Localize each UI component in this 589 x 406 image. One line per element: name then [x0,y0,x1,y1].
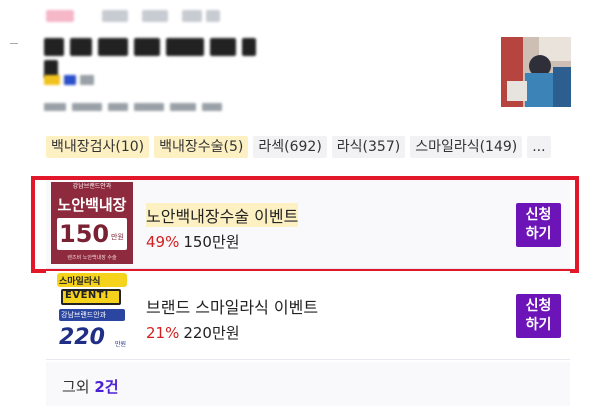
blurred-rating [44,70,98,89]
event-item-smile-lasik[interactable]: 스마일라식 EVENT! 강남브랜드안과 220 만원 브랜드 스마일라식 이벤… [46,271,570,360]
divider [10,43,18,44]
banner-footer: 렌즈비 노안백내장 수술 [67,255,117,261]
apply-label: 신청 하기 [525,298,552,333]
event-price: 21% 220만원 [146,322,240,343]
banner-unit: 만원 [111,233,124,241]
price-value: 150만원 [183,233,240,251]
apply-button[interactable]: 신청 하기 [516,203,561,247]
event-price: 49% 150만원 [146,231,240,252]
more-events-text: 그외 2건 [62,376,119,397]
tag-smile-lasik[interactable]: 스마일라식(149) [410,136,523,158]
tag-lasik[interactable]: 라식(357) [331,136,406,158]
banner-amount: 220 [59,325,105,350]
blurred-header-text [182,10,202,22]
tag-lasek[interactable]: 라섹(692) [253,136,327,158]
event-title[interactable]: 브랜드 스마일라식 이벤트 [146,294,318,318]
banner-line1: 스마일라식 [59,277,101,287]
event-banner-image[interactable]: 강남브랜드안과 노안백내장 150 만원 렌즈비 노안백내장 수술 [51,182,133,264]
event-item-presbyopia-cataract[interactable]: 강남브랜드안과 노안백내장 150 만원 렌즈비 노안백내장 수술 노안백내장수… [46,180,570,269]
more-prefix: 그외 [62,378,95,396]
tag-cataract-exam[interactable]: 백내장검사(10) [46,136,150,158]
blurred-address [44,96,228,115]
discount-rate: 21% [146,324,180,342]
event-title[interactable]: 노안백내장수술 이벤트 [146,203,299,227]
banner-logo: 강남브랜드안과 [61,311,107,319]
tag-cataract-surgery[interactable]: 백내장수술(5) [154,136,249,158]
discount-rate: 49% [146,233,180,251]
more-events-link[interactable]: 그외 2건 [46,362,570,406]
banner-amount: 150 [59,220,110,248]
blurred-header-text [102,10,128,22]
banner-line2: EVENT! [65,290,110,301]
banner-unit: 만원 [115,341,127,348]
treatment-tags: 백내장검사(10) 백내장수술(5) 라섹(692) 라식(357) 스마일라식… [46,136,551,158]
apply-label: 신청 하기 [525,207,552,242]
apply-button[interactable]: 신청 하기 [516,294,561,338]
event-banner-image[interactable]: 스마일라식 EVENT! 강남브랜드안과 220 만원 [51,273,133,357]
more-count: 2건 [94,378,119,396]
banner-headline: 노안백내장 [57,196,127,214]
banner-logo: 강남브랜드안과 [72,183,112,190]
blurred-clinic-name[interactable] [44,38,264,78]
blurred-header-text [206,10,220,22]
tag-more[interactable]: ... [527,136,551,158]
price-value: 220만원 [183,324,240,342]
blurred-header-text [142,10,168,22]
blurred-category-badge [46,10,74,22]
clinic-thumbnail[interactable] [501,37,571,107]
